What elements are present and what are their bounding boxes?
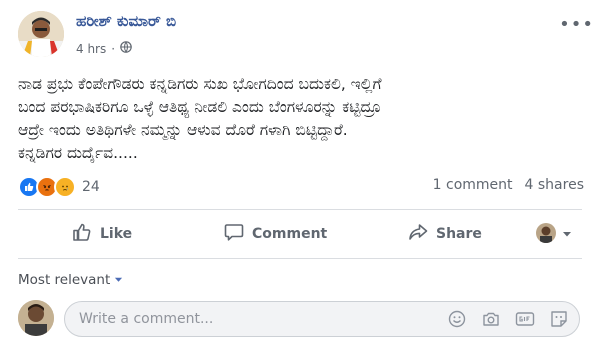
share-icon (408, 222, 428, 246)
share-label: Share (436, 226, 482, 242)
post-stats: 1 comment 4 shares (433, 177, 584, 193)
thumbs-up-icon (72, 222, 92, 246)
post-text-line: ಆದ್ರೇ ಇಂದು ಅತಿಥಿಗಳೇ ನಮ್ಮನ್ನು ಆಳುವ ದೊರೆ ಗ… (18, 121, 348, 139)
profile-avatar (536, 223, 556, 243)
author-avatar[interactable] (18, 11, 64, 57)
comment-count-link[interactable]: 1 comment (433, 177, 513, 193)
camera-icon[interactable] (481, 309, 501, 329)
comment-button[interactable]: Comment (224, 222, 327, 246)
more-options-icon[interactable]: ••• (559, 14, 594, 35)
post-text: ನಾಡ ಪ್ರಭು ಕೆಂಪೇಗೌಡರು ಕನ್ನಡಿಗರು ಸುಖ ಭೋಗದಿ… (18, 73, 588, 165)
like-label: Like (100, 226, 133, 242)
post-card: ಹರೀಶ್ ಕುಮಾರ್ ಬಿ 4 hrs · ••• ನಾಡ ಪ್ರಭು ಕೆ… (0, 0, 600, 338)
chevron-down-icon (562, 224, 572, 243)
globe-icon (120, 41, 132, 56)
divider (18, 258, 582, 259)
post-actions: Like Comment Share (18, 214, 582, 254)
comment-sort-label: Most relevant (18, 272, 111, 288)
post-timestamp[interactable]: 4 hrs (76, 42, 106, 56)
author-name[interactable]: ಹರೀಶ್ ಕುಮಾರ್ ಬಿ (76, 12, 176, 30)
post-text-line: ಕನ್ನಡಿಗರ ದುರ್ದೈವ..... (18, 144, 138, 162)
reaction-count: 24 (82, 179, 100, 195)
divider (18, 209, 582, 210)
share-as-selector[interactable] (536, 223, 572, 243)
comment-tools (447, 309, 569, 329)
comment-sort-dropdown[interactable]: Most relevant (18, 272, 123, 288)
comment-box[interactable] (64, 301, 580, 337)
caret-down-icon (114, 272, 123, 288)
reaction-summary[interactable]: 24 (18, 176, 100, 198)
post-text-line: ಬಂದ ಪರಭಾಷಿಕರಿಗೂ ಒಳ್ಳೆ ಆತಿಥ್ಯ ನೀಡಲಿ ಎಂದು … (18, 98, 382, 116)
post-meta: 4 hrs · (76, 41, 132, 56)
gif-icon[interactable] (515, 309, 535, 329)
comment-icon (224, 222, 244, 246)
share-button[interactable]: Share (408, 222, 482, 246)
sad-reaction-icon (54, 176, 76, 198)
emoji-icon[interactable] (447, 309, 467, 329)
sticker-icon[interactable] (549, 309, 569, 329)
like-button[interactable]: Like (72, 222, 132, 246)
share-count-link[interactable]: 4 shares (525, 177, 584, 193)
post-text-line: ನಾಡ ಪ್ರಭು ಕೆಂಪೇಗೌಡರು ಕನ್ನಡಿಗರು ಸುಖ ಭೋಗದಿ… (18, 75, 382, 93)
comment-input[interactable] (77, 310, 461, 328)
comment-label: Comment (252, 226, 328, 242)
commenter-avatar (18, 300, 54, 336)
